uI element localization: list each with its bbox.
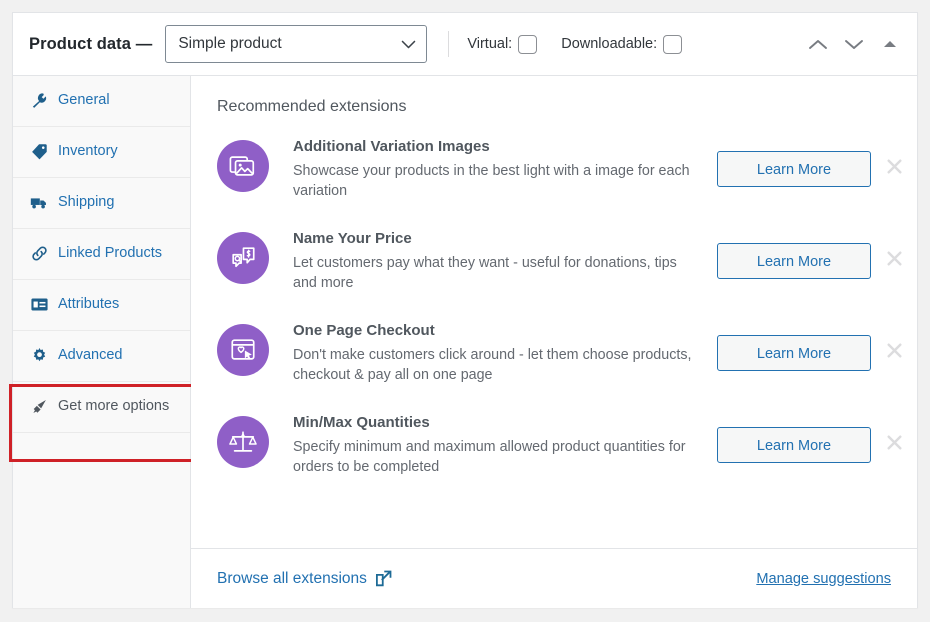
extension-text: One Page Checkout Don't make customers c… [269, 321, 717, 385]
manage-suggestions-link[interactable]: Manage suggestions [756, 571, 891, 587]
list-item: Name Your Price Let customers pay what t… [217, 218, 917, 310]
extension-cta: Learn More [717, 335, 871, 371]
toggle-panel-icon[interactable] [879, 33, 901, 55]
images-stack-icon [217, 140, 269, 192]
extension-description: Don't make customers click around - let … [293, 347, 692, 383]
sidebar-item-label: General [58, 92, 110, 108]
list-item: One Page Checkout Don't make customers c… [217, 310, 917, 402]
dismiss-icon[interactable] [871, 251, 917, 266]
sidebar-item-advanced[interactable]: Advanced [13, 331, 190, 382]
virtual-checkbox[interactable] [518, 34, 538, 54]
link-icon [30, 244, 48, 263]
product-type-select[interactable]: Simple product [165, 25, 428, 63]
sidebar-item-shipping[interactable]: Shipping [13, 178, 190, 229]
extension-description: Specify minimum and maximum allowed prod… [293, 439, 686, 475]
extensions-footer: Browse all extensions Manage suggestions [191, 548, 917, 608]
downloadable-field[interactable]: Downloadable: [561, 34, 683, 54]
extension-title: Additional Variation Images [293, 138, 490, 155]
extension-title: Min/Max Quantities [293, 414, 430, 431]
virtual-label: Virtual: [467, 36, 513, 52]
panel-body: General Inventory Shipping Linked Produc… [9, 76, 917, 608]
extensions-list: Additional Variation Images Showcase you… [191, 126, 917, 548]
extension-text: Min/Max Quantities Specify minimum and m… [269, 413, 717, 477]
learn-more-button[interactable]: Learn More [717, 151, 871, 187]
dismiss-icon[interactable] [871, 435, 917, 450]
recommended-extensions-panel: Recommended extensions Additional Variat… [191, 76, 917, 608]
learn-more-button[interactable]: Learn More [717, 243, 871, 279]
extension-description: Let customers pay what they want - usefu… [293, 255, 677, 291]
extension-cta: Learn More [717, 427, 871, 463]
sidebar-item-label: Shipping [58, 194, 115, 210]
sidebar-item-inventory[interactable]: Inventory [13, 127, 190, 178]
extension-cta: Learn More [717, 243, 871, 279]
sidebar-item-label: Attributes [58, 296, 120, 312]
browser-cursor-icon [217, 324, 269, 376]
sidebar-item-attributes[interactable]: Attributes [13, 280, 190, 331]
chevron-down-icon [402, 40, 416, 48]
gear-icon [30, 346, 48, 365]
scales-icon [217, 416, 269, 468]
extension-title: Name Your Price [293, 230, 412, 247]
downloadable-label: Downloadable: [561, 36, 658, 52]
product-type-value: Simple product [178, 35, 282, 52]
learn-more-button[interactable]: Learn More [717, 427, 871, 463]
product-data-panel: Product data — Simple product Virtual: D… [9, 12, 918, 608]
extension-cta: Learn More [717, 151, 871, 187]
panel-header: Product data — Simple product Virtual: D… [13, 13, 917, 76]
wrench-icon [30, 91, 48, 110]
sidebar-item-linked-products[interactable]: Linked Products [13, 229, 190, 280]
truck-icon [30, 193, 48, 212]
virtual-field[interactable]: Virtual: [467, 34, 538, 54]
list-item: Min/Max Quantities Specify minimum and m… [217, 402, 917, 494]
tag-icon [30, 142, 48, 161]
header-divider [448, 31, 450, 57]
page-title: Product data — [29, 34, 153, 53]
learn-more-button[interactable]: Learn More [717, 335, 871, 371]
price-chat-icon [217, 232, 269, 284]
dismiss-icon[interactable] [871, 343, 917, 358]
downloadable-checkbox[interactable] [663, 34, 683, 54]
product-data-tabs: General Inventory Shipping Linked Produc… [9, 76, 198, 608]
extension-text: Name Your Price Let customers pay what t… [269, 229, 717, 293]
sidebar-item-general[interactable]: General [13, 76, 190, 127]
megaphone-icon [30, 397, 48, 416]
extension-title: One Page Checkout [293, 322, 435, 339]
dismiss-icon[interactable] [871, 159, 917, 174]
list-card-icon [30, 295, 48, 314]
section-heading: Recommended extensions [217, 98, 407, 115]
sidebar-item-label: Linked Products [58, 245, 162, 261]
move-down-icon[interactable] [843, 33, 865, 55]
extension-description: Showcase your products in the best light… [293, 163, 690, 199]
browse-all-extensions-label: Browse all extensions [217, 569, 367, 587]
sidebar-item-label: Advanced [58, 347, 123, 363]
sidebar-item-label: Get more options [58, 398, 170, 414]
panel-header-actions [807, 33, 903, 55]
list-item: Additional Variation Images Showcase you… [217, 126, 917, 218]
browse-all-extensions-link[interactable]: Browse all extensions [217, 570, 392, 588]
sidebar-item-get-more-options[interactable]: Get more options [13, 382, 190, 433]
extension-text: Additional Variation Images Showcase you… [269, 137, 717, 201]
sidebar-item-label: Inventory [58, 143, 118, 159]
move-up-icon[interactable] [807, 33, 829, 55]
external-link-icon [375, 570, 392, 587]
